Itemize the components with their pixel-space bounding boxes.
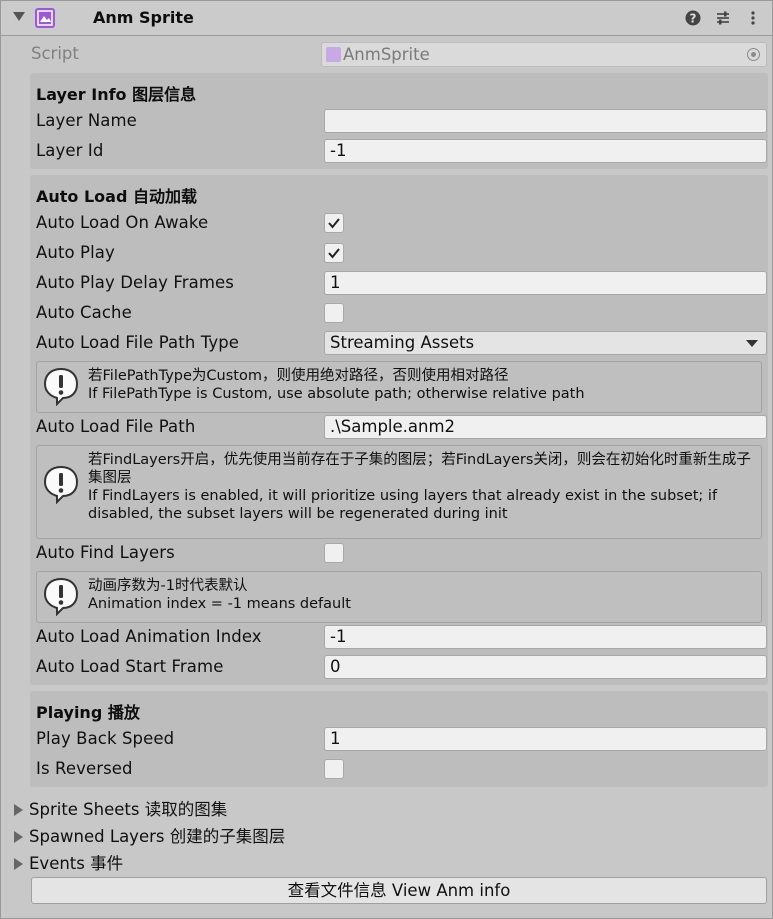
- dropdown-arrow-icon: [746, 340, 758, 347]
- help-find-layers-en: If FindLayers is enabled, it will priori…: [88, 488, 718, 522]
- layer-name-label: Layer Name: [36, 111, 137, 130]
- auto-load-on-awake-checkbox[interactable]: [324, 213, 344, 233]
- more-options-icon[interactable]: [745, 10, 761, 26]
- presets-icon[interactable]: [715, 10, 731, 26]
- start-frame-label: Auto Load Start Frame: [36, 657, 224, 676]
- path-type-value: Streaming Assets: [330, 333, 475, 352]
- auto-cache-label: Auto Cache: [36, 303, 132, 322]
- anim-index-label: Auto Load Animation Index: [36, 627, 262, 646]
- warning-info-icon: [43, 367, 79, 406]
- layer-info-title: Layer Info 图层信息: [36, 85, 197, 104]
- file-path-field[interactable]: .\Sample.anm2: [324, 415, 767, 439]
- script-icon: [326, 47, 341, 62]
- component-title: Anm Sprite: [93, 8, 194, 27]
- play-back-speed-field[interactable]: 1: [324, 727, 767, 751]
- auto-find-layers-label: Auto Find Layers: [36, 543, 175, 562]
- auto-cache-checkbox[interactable]: [324, 303, 344, 323]
- expand-arrow-icon: [14, 804, 23, 816]
- help-path-type-zh: 若FilePathType为Custom，则使用绝对路径，否则使用相对路径: [88, 368, 509, 384]
- start-frame-field[interactable]: 0: [324, 655, 767, 679]
- play-back-speed-label: Play Back Speed: [36, 729, 175, 748]
- help-box-path-type: 若FilePathType为Custom，则使用绝对路径，否则使用相对路径 If…: [36, 361, 762, 413]
- auto-load-title: Auto Load 自动加载: [36, 187, 197, 206]
- foldout-events[interactable]: Events 事件: [14, 850, 123, 874]
- checkmark-icon: [328, 248, 340, 259]
- auto-play-checkbox[interactable]: [324, 243, 344, 263]
- collapse-arrow-icon[interactable]: [13, 12, 25, 21]
- is-reversed-checkbox[interactable]: [324, 759, 344, 779]
- foldout-sprite-sheets-label: Sprite Sheets 读取的图集: [29, 800, 228, 819]
- help-icon[interactable]: ?: [685, 10, 701, 26]
- auto-find-layers-checkbox[interactable]: [324, 543, 344, 563]
- expand-arrow-icon: [14, 831, 23, 843]
- layer-name-field[interactable]: [324, 109, 767, 133]
- layer-id-label: Layer Id: [36, 141, 104, 160]
- auto-play-label: Auto Play: [36, 243, 115, 262]
- checkmark-icon: [328, 218, 340, 229]
- help-box-find-layers: 若FindLayers开启，优先使用当前存在于子集的图层；若FindLayers…: [36, 445, 762, 539]
- is-reversed-label: Is Reversed: [36, 759, 133, 778]
- expand-arrow-icon: [14, 858, 23, 870]
- help-box-anim-index: 动画序数为-1时代表默认 Animation index = -1 means …: [36, 571, 762, 623]
- foldout-sprite-sheets[interactable]: Sprite Sheets 读取的图集: [14, 796, 227, 820]
- auto-load-on-awake-label: Auto Load On Awake: [36, 213, 209, 232]
- script-field[interactable]: AnmSprite: [321, 42, 767, 67]
- help-path-type-en: If FilePathType is Custom, use absolute …: [88, 386, 585, 402]
- foldout-spawned-layers[interactable]: Spawned Layers 创建的子集图层: [14, 823, 285, 847]
- inspector-panel: Anm Sprite ? Script AnmSprite Layer Info…: [0, 0, 773, 919]
- component-header: Anm Sprite ?: [1, 1, 772, 36]
- sprite-icon: [35, 8, 55, 28]
- anim-index-field[interactable]: -1: [324, 625, 767, 649]
- svg-text:?: ?: [690, 12, 697, 26]
- view-anm-info-button[interactable]: 查看文件信息 View Anm info: [31, 877, 767, 904]
- help-find-layers-zh: 若FindLayers开启，优先使用当前存在于子集的图层；若FindLayers…: [88, 452, 751, 486]
- warning-info-icon: [43, 465, 79, 504]
- help-anim-index-zh: 动画序数为-1时代表默认: [88, 578, 248, 594]
- layer-id-field[interactable]: -1: [324, 139, 767, 163]
- warning-info-icon: [43, 577, 79, 616]
- auto-play-delay-label: Auto Play Delay Frames: [36, 273, 234, 292]
- playing-title: Playing 播放: [36, 703, 140, 722]
- script-value: AnmSprite: [343, 45, 430, 64]
- foldout-events-label: Events 事件: [29, 854, 124, 873]
- auto-play-delay-field[interactable]: 1: [324, 271, 767, 295]
- script-label: Script: [31, 44, 79, 63]
- object-picker-icon[interactable]: [747, 48, 760, 61]
- file-path-label: Auto Load File Path: [36, 417, 196, 436]
- path-type-dropdown[interactable]: Streaming Assets: [324, 331, 767, 355]
- foldout-spawned-layers-label: Spawned Layers 创建的子集图层: [29, 827, 286, 846]
- path-type-label: Auto Load File Path Type: [36, 333, 240, 352]
- help-anim-index-en: Animation index = -1 means default: [88, 596, 351, 612]
